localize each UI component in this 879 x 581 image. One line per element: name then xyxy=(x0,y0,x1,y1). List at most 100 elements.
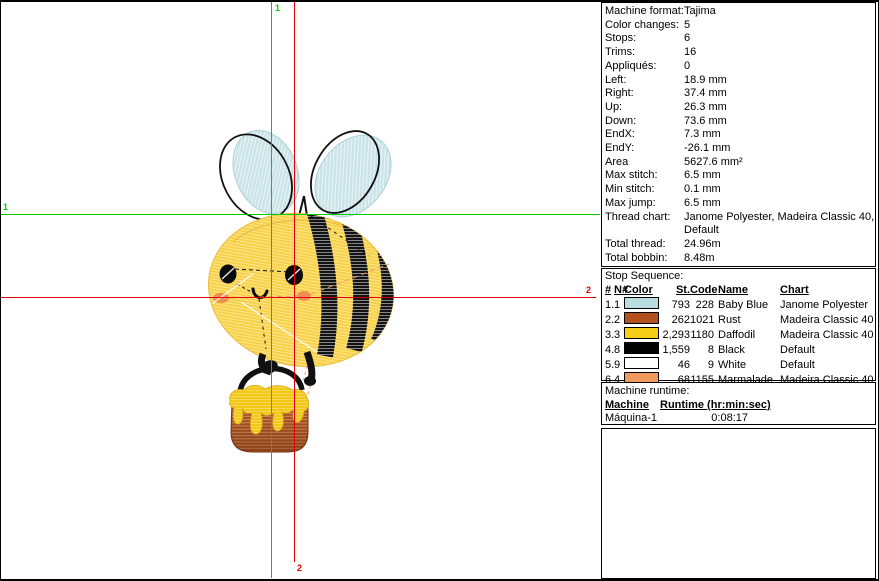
header-num: # xyxy=(605,283,614,297)
stat-value: 16 xyxy=(684,46,696,60)
runtime-rows: Máquina-10:08:17 xyxy=(605,412,875,425)
thread-code: 8 xyxy=(690,343,714,357)
thread-chart: Madeira Classic 40 xyxy=(780,328,874,342)
stat-row: Thread chart: Janome Polyester, Madeira … xyxy=(605,211,875,238)
thread-chart: Madeira Classic 40 xyxy=(780,313,874,327)
stitch-count: 793 xyxy=(660,298,690,312)
header-machine: Machine xyxy=(605,399,649,411)
stat-row: EndX: 7.3 mm xyxy=(605,128,875,142)
stat-row: Left: 18.9 mm xyxy=(605,74,875,88)
header-code: Code xyxy=(690,283,714,297)
stat-value: Janome Polyester, Madeira Classic 40, De… xyxy=(684,211,874,238)
guide-label-1-left: 1 xyxy=(3,203,8,212)
stat-value: 37.4 mm xyxy=(684,87,727,101)
stat-label: Down: xyxy=(605,115,684,129)
thread-color-swatch xyxy=(624,327,659,339)
stat-row: Down: 73.6 mm xyxy=(605,115,875,129)
thread-name: Daffodil xyxy=(714,328,780,342)
stat-value: Tajima xyxy=(684,5,716,19)
runtime-row: Máquina-10:08:17 xyxy=(605,412,875,425)
header-st: St. xyxy=(660,283,690,297)
stat-value: 73.6 mm xyxy=(684,115,727,129)
stat-value: 7.3 mm xyxy=(684,128,721,142)
header-name: Name xyxy=(714,283,780,297)
stat-label: Trims: xyxy=(605,46,684,60)
stop-number: 4. xyxy=(605,343,614,357)
runtime-header: Machine Runtime (hr:min:sec) xyxy=(605,398,875,412)
stat-value: 0.1 mm xyxy=(684,183,721,197)
header-n: N# xyxy=(614,283,624,297)
stat-value: 0 xyxy=(684,60,690,74)
empty-box xyxy=(601,428,876,579)
stat-value: 5 xyxy=(684,19,690,33)
stat-label: Total bobbin: xyxy=(605,252,684,266)
stat-value: -26.1 mm xyxy=(684,142,730,156)
stat-value: 6.5 mm xyxy=(684,169,721,183)
stat-row: Up: 26.3 mm xyxy=(605,101,875,115)
stop-sequence-row: 4.81,5598BlackDefault xyxy=(605,342,875,357)
stat-row: Max jump: 6.5 mm xyxy=(605,197,875,211)
stat-label: Max stitch: xyxy=(605,169,684,183)
stat-value: 18.9 mm xyxy=(684,74,727,88)
stat-row: EndY: -26.1 mm xyxy=(605,142,875,156)
stop-sequence-row: 3.32,2931180DaffodilMadeira Classic 40 xyxy=(605,327,875,342)
guide-label-2-right: 2 xyxy=(586,286,591,295)
stat-value: 8.48m xyxy=(684,252,715,266)
stat-row: Right: 37.4 mm xyxy=(605,87,875,101)
runtime-title: Machine runtime: xyxy=(605,384,875,398)
stat-row: Appliqués: 0 xyxy=(605,60,875,74)
thread-name: White xyxy=(714,358,780,372)
stitch-count: 1,559 xyxy=(660,343,690,357)
thread-chart: Default xyxy=(780,343,815,357)
guide-label-2-bottom: 2 xyxy=(297,564,302,573)
stat-label: Area xyxy=(605,156,684,170)
design-canvas[interactable]: 1 1 2 2 xyxy=(1,2,601,579)
needle-number: 2 xyxy=(614,313,624,327)
stat-label: EndY: xyxy=(605,142,684,156)
needle-number: 3 xyxy=(614,328,624,342)
stitch-count: 262 xyxy=(660,313,690,327)
thread-chart: Janome Polyester xyxy=(780,298,868,312)
guide-horizontal-green-1 xyxy=(1,214,600,215)
header-runtime: Runtime (hr:min:sec) xyxy=(660,399,771,411)
thread-code: 1180 xyxy=(690,328,714,342)
guide-horizontal-red-2 xyxy=(1,297,596,298)
stitch-count: 2,293 xyxy=(660,328,690,342)
guide-vertical-green-1 xyxy=(271,2,272,578)
needle-number: 9 xyxy=(614,358,624,372)
guide-label-1-top: 1 xyxy=(275,4,280,13)
stat-label: Right: xyxy=(605,87,684,101)
stat-value: 6.5 mm xyxy=(684,197,721,211)
needle-number: 1 xyxy=(614,298,624,312)
stat-label: Total thread: xyxy=(605,238,684,252)
thread-color-swatch xyxy=(624,312,659,324)
stat-value: 5627.6 mm² xyxy=(684,156,743,170)
stat-label: Machine format: xyxy=(605,5,684,19)
stat-label: Thread chart: xyxy=(605,211,684,238)
stat-row: Stops: 6 xyxy=(605,32,875,46)
thread-color-swatch xyxy=(624,297,659,309)
thread-color-swatch xyxy=(624,357,659,369)
stop-number: 5. xyxy=(605,358,614,372)
stat-label: Stops: xyxy=(605,32,684,46)
design-stats-box: Machine format: Tajima Color changes: 5 … xyxy=(601,2,876,267)
stat-label: Min stitch: xyxy=(605,183,684,197)
stop-sequence-row: 1.1793228Baby BlueJanome Polyester xyxy=(605,297,875,312)
app-window: 1 1 2 2 Machine format: Tajima Color cha… xyxy=(0,0,879,581)
stat-row: Color changes: 5 xyxy=(605,19,875,33)
stop-sequence-box: Stop Sequence: #N#ColorSt.CodeNameChart … xyxy=(601,268,876,381)
runtime-value: 0:08:17 xyxy=(660,412,748,425)
stat-label: Left: xyxy=(605,74,684,88)
thread-name: Baby Blue xyxy=(714,298,780,312)
stitch-count: 46 xyxy=(660,358,690,372)
stat-row: Min stitch: 0.1 mm xyxy=(605,183,875,197)
header-color: Color xyxy=(624,283,660,297)
needle-number: 8 xyxy=(614,343,624,357)
bee-body xyxy=(196,199,406,381)
stat-value: 6 xyxy=(684,32,690,46)
header-chart: Chart xyxy=(780,283,809,297)
properties-panel: Machine format: Tajima Color changes: 5 … xyxy=(601,2,878,579)
thread-chart: Default xyxy=(780,358,815,372)
thread-code: 228 xyxy=(690,298,714,312)
stat-label: Up: xyxy=(605,101,684,115)
